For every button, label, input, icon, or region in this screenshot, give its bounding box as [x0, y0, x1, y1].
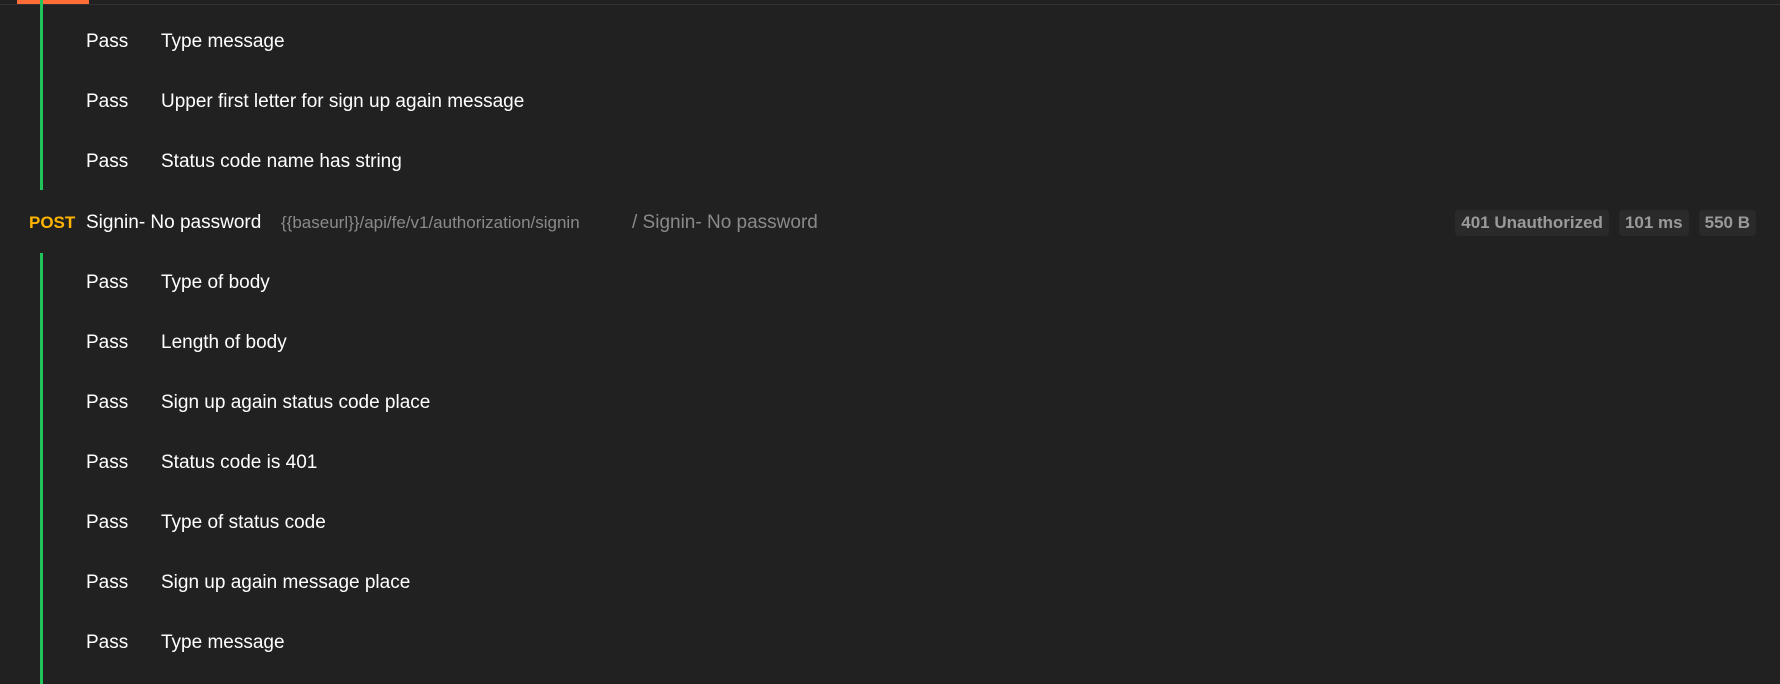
test-row[interactable]: Pass Status code is 401 — [0, 433, 1780, 493]
test-name: Type message — [161, 632, 285, 653]
request-name[interactable]: Signin- No password — [86, 212, 261, 234]
test-name: Sign up again message place — [161, 572, 411, 593]
request-row[interactable]: POST Signin- No password {{baseurl}}/api… — [0, 193, 1780, 253]
test-row[interactable]: Pass Status code name has string — [0, 132, 1780, 192]
test-results-panel: Pass Type message Pass Upper first lette… — [0, 0, 1780, 684]
test-status: Pass — [86, 632, 129, 653]
test-row[interactable]: Pass Upper first letter for sign up agai… — [0, 72, 1780, 132]
response-status-badge: 401 Unauthorized — [1455, 210, 1609, 236]
test-group-signin: Pass Type of body Pass Length of body Pa… — [0, 253, 1780, 684]
test-status: Pass — [86, 272, 129, 293]
test-name: Sign up again status code place — [161, 392, 431, 413]
request-url: {{baseurl}}/api/fe/v1/authorization/sign… — [281, 213, 580, 232]
test-status: Pass — [86, 332, 129, 353]
response-meta: 401 Unauthorized 101 ms 550 B — [1455, 210, 1756, 236]
test-name: Type message — [161, 31, 285, 52]
test-row[interactable]: Pass Type message — [0, 613, 1780, 673]
test-name: Status code is 401 — [161, 452, 318, 473]
test-row[interactable]: Pass Sign up again message place — [0, 553, 1780, 613]
request-method: POST — [29, 213, 76, 232]
test-row[interactable]: Pass Type message — [0, 12, 1780, 72]
test-name: Length of body — [161, 332, 287, 353]
test-row[interactable]: Pass Length of body — [0, 313, 1780, 373]
test-status: Pass — [86, 512, 129, 533]
test-name: Type of body — [161, 272, 270, 293]
test-name: Upper first letter for sign up again mes… — [161, 91, 525, 112]
test-status: Pass — [86, 452, 129, 473]
test-status: Pass — [86, 392, 129, 413]
test-status: Pass — [86, 91, 129, 112]
test-group-previous: Pass Type message Pass Upper first lette… — [0, 0, 1780, 190]
request-path: / Signin- No password — [632, 212, 818, 233]
response-size-badge: 550 B — [1698, 210, 1756, 236]
test-name: Status code name has string — [161, 151, 402, 172]
test-row[interactable]: Pass Type of status code — [0, 493, 1780, 553]
test-status: Pass — [86, 572, 129, 593]
response-time-badge: 101 ms — [1618, 210, 1689, 236]
test-row[interactable]: Pass Sign up again status code place — [0, 373, 1780, 433]
test-status: Pass — [86, 31, 129, 52]
test-name: Type of status code — [161, 512, 326, 533]
test-status: Pass — [86, 151, 129, 172]
test-row[interactable]: Pass Type of body — [0, 253, 1780, 313]
